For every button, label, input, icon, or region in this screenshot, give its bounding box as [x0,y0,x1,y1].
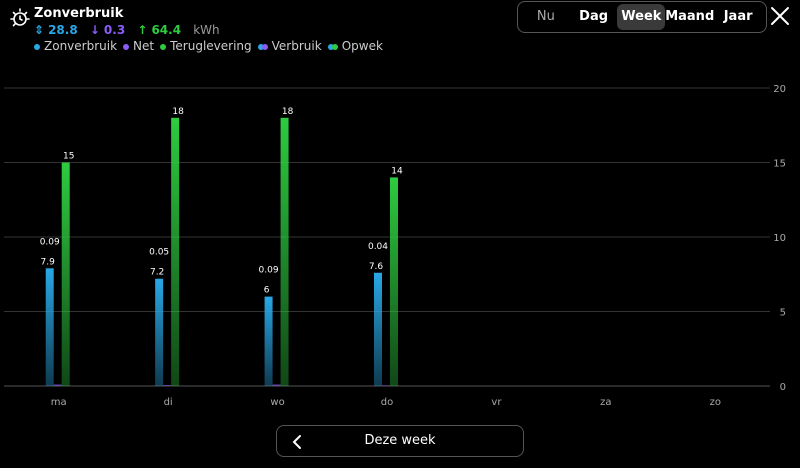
data-label: 18 [172,107,184,117]
bar-zonverbruik [264,296,273,386]
data-label: 14 [391,166,403,176]
bar-zonverbruik [155,278,164,386]
data-label: 7.9 [41,257,56,267]
y-tick-label: 20 [773,84,786,95]
bar-teruglevering [171,117,180,387]
bar-chart: 0 5 10 15 20 ma di wo do vr za zo 7.9 0.09 15 7.2 0.05 18… [4,84,786,408]
x-tick-label: zo [710,397,721,408]
bar-net [163,385,172,386]
data-label: 0.09 [259,266,279,276]
x-tick-label: do [381,397,393,408]
bar-zonverbruik [374,272,382,386]
data-label: 7.2 [150,268,164,278]
x-tick-label: di [164,397,173,408]
y-tick-label: 10 [773,233,786,244]
bar-teruglevering [280,117,289,387]
x-tick-label: wo [270,397,284,408]
y-tick-label: 15 [773,159,786,170]
bar-net [272,384,281,386]
data-label: 0.05 [149,248,169,258]
y-tick-label: 5 [780,308,786,319]
y-tick-label: 0 [780,382,786,393]
x-tick-label: za [600,397,611,408]
data-label: 0.04 [368,242,388,252]
data-label: 6 [264,286,270,296]
x-tick-label: ma [51,397,67,408]
bar-net [382,385,390,386]
data-label: 7.6 [369,262,384,272]
data-label: 15 [63,152,74,162]
bar-teruglevering [61,162,70,386]
period-nav-button[interactable]: Deze week [276,425,524,457]
data-label: 0.09 [40,237,60,247]
bar-zonverbruik [45,268,54,386]
period-label: Deze week [364,433,436,448]
bar-net [53,384,62,386]
data-label: 18 [282,107,294,117]
bar-teruglevering [390,177,398,386]
x-tick-label: vr [491,397,502,408]
